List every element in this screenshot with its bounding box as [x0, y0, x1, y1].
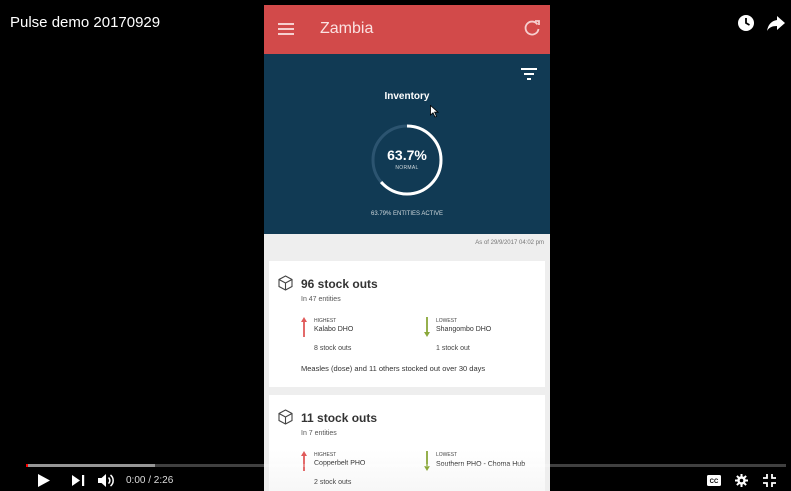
- inventory-status: NORMAL: [395, 165, 419, 171]
- arrow-up-icon: [301, 317, 307, 337]
- video-title[interactable]: Pulse demo 20170929: [10, 14, 160, 31]
- highest-label: HIGHEST: [314, 318, 337, 324]
- stock-out-card[interactable]: 96 stock outs In 47 entities HIGHEST Kal…: [269, 261, 545, 387]
- app-title: Zambia: [320, 20, 374, 37]
- closed-captions-icon[interactable]: CC: [707, 475, 721, 486]
- clock-icon[interactable]: [737, 14, 755, 32]
- lowest-label: LOWEST: [436, 318, 458, 324]
- as-of-timestamp: As of 29/9/2017 04:02 pm: [475, 240, 544, 246]
- progress-bar-loaded: [26, 464, 156, 467]
- svg-text:CC: CC: [710, 479, 719, 485]
- entities-active-text: 63.79% ENTITIES ACTIVE: [370, 211, 444, 217]
- highest-count: 2 stock outs: [314, 479, 352, 486]
- refresh-icon[interactable]: [523, 19, 541, 37]
- card-title: 11 stock outs: [301, 411, 378, 425]
- arrow-up-icon: [301, 451, 307, 471]
- time-display: 0:00 / 2:26: [126, 475, 174, 486]
- highest-count: 8 stock outs: [314, 345, 352, 352]
- phone-screen: Zambia Inventory 63.7% NORMAL 63.79% ENT…: [264, 5, 550, 491]
- gear-icon[interactable]: [735, 474, 748, 487]
- card-title: 96 stock outs: [301, 277, 378, 291]
- next-icon[interactable]: [72, 475, 85, 486]
- highest-label: HIGHEST: [314, 452, 337, 458]
- inventory-label: Inventory: [384, 91, 430, 102]
- mouse-cursor-icon: [430, 105, 439, 118]
- highest-name: Kalabo DHO: [314, 326, 354, 333]
- lowest-label: LOWEST: [436, 452, 458, 458]
- arrow-down-icon: [424, 317, 430, 337]
- arrow-down-icon: [424, 451, 430, 471]
- lowest-count: 1 stock out: [436, 345, 470, 352]
- progress-bar-played: [26, 464, 28, 467]
- exit-fullscreen-icon[interactable]: [763, 474, 776, 487]
- box-icon: [278, 275, 293, 291]
- box-icon: [278, 409, 293, 425]
- filter-icon[interactable]: [521, 68, 537, 81]
- volume-icon[interactable]: [98, 474, 115, 487]
- app-bar: Zambia: [264, 5, 550, 54]
- inventory-hero: Inventory 63.7% NORMAL 63.79% ENTITIES A…: [264, 54, 550, 234]
- play-icon[interactable]: [38, 474, 50, 487]
- stock-out-card[interactable]: 11 stock outs In 7 entities HIGHEST Copp…: [269, 395, 545, 491]
- share-arrow-icon[interactable]: [766, 14, 786, 32]
- card-subtitle: In 47 entities: [301, 296, 341, 303]
- inventory-percent: 63.7%: [387, 147, 427, 163]
- card-footer: Measles (dose) and 11 others stocked out…: [301, 364, 486, 373]
- lowest-name: Shangombo DHO: [436, 326, 492, 333]
- hamburger-menu-icon[interactable]: [278, 22, 294, 36]
- card-subtitle: In 7 entities: [301, 430, 337, 437]
